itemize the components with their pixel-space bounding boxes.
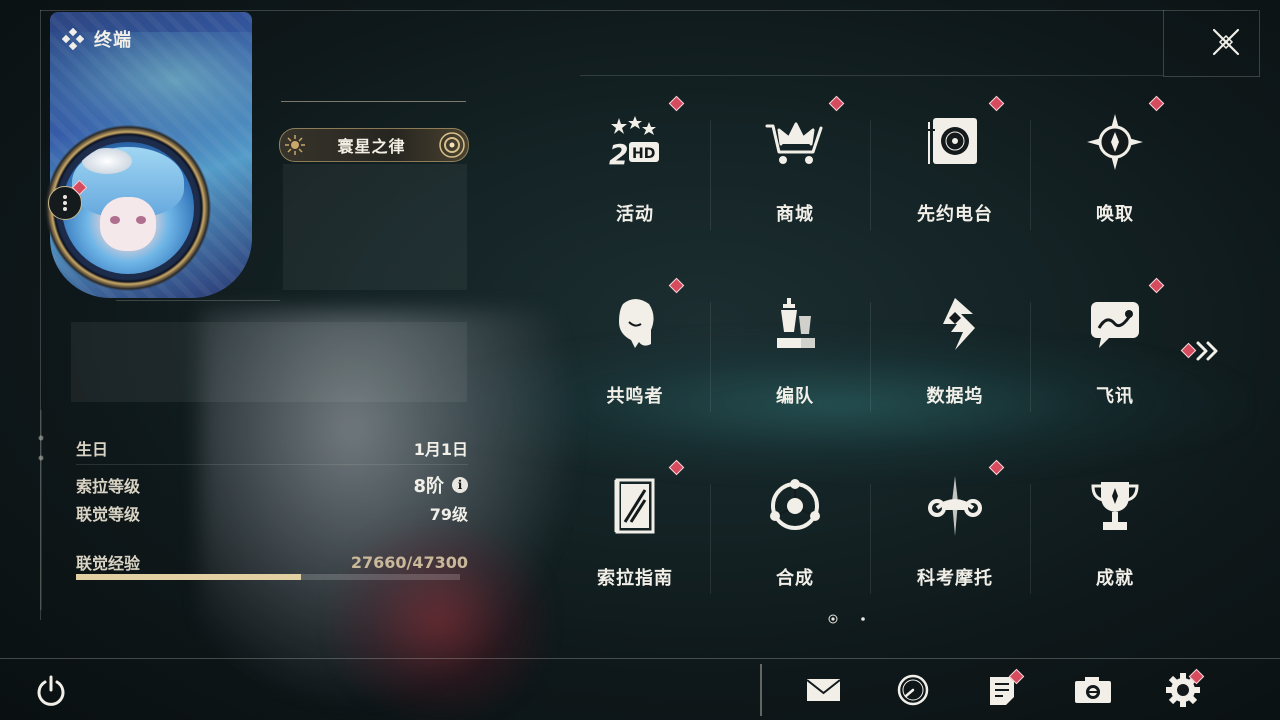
notes-button[interactable] [983,668,1025,708]
stat-value: 1月1日 [413,440,468,459]
page-dot-active[interactable] [828,614,838,624]
guide-book-icon [605,476,665,536]
menu-item-chat-bubble[interactable]: 飞讯 [1035,272,1195,454]
more-dots-icon [63,195,67,211]
menu-item-label: 飞讯 [1096,386,1134,407]
menu-item-data-bank[interactable]: 数据坞 [875,272,1035,454]
page-title: 终端 [94,30,132,51]
svg-text:HD: HD [632,146,655,162]
feature-grid: 2 HD 活动 商城 先约电台 唤取共鸣者 编队 数据坞 飞讯索拉指南 合成 科考摩托 成就 [555,90,1195,600]
resonator-portrait-icon [605,294,665,354]
radio-turntable-icon [925,112,985,172]
team-chess-icon [765,294,825,354]
stat-value-wrap: 8阶 i [413,472,468,498]
notification-badge [988,459,1005,476]
svg-text:2: 2 [609,138,628,171]
stat-value: 8阶 [413,476,444,497]
menu-item-motorcycle[interactable]: 科考摩托 [875,454,1035,636]
card-divider [116,300,280,301]
notification-badge [668,277,685,294]
menu-item-radio-turntable[interactable]: 先约电台 [875,90,1035,272]
camera-button[interactable] [1073,672,1113,708]
menu-item-label: 活动 [616,204,654,225]
stat-value: 79级 [429,505,468,524]
menu-item-team-chess[interactable]: 编队 [715,272,875,454]
notification-badge [828,95,845,112]
camera-icon [1075,677,1111,703]
notification-badge [668,459,685,476]
frame-grid-line [580,75,1163,76]
nameplate-divider [281,101,466,102]
exp-progress-bar [76,574,460,580]
stat-sol-level: 索拉等级 8阶 i [76,472,468,498]
stat-union-level: 联觉等级 79级 [76,501,468,525]
data-bank-icon [925,294,985,354]
avatar-eye-right [136,216,146,224]
player-nickname: 寰星之律 [337,137,406,156]
page-header: 终端 [62,26,132,52]
menu-item-label: 唤取 [1096,204,1134,225]
menu-item-label: 合成 [776,568,814,589]
menu-item-resonator-portrait[interactable]: 共鸣者 [555,272,715,454]
power-icon[interactable] [34,674,68,708]
bottom-separator [760,664,762,716]
stat-label: 索拉等级 [76,477,141,496]
stat-divider [76,464,468,465]
side-decoration [38,410,44,610]
frame-top-line [40,10,1258,11]
avatar-ribbon [82,148,132,174]
menu-item-label: 商城 [776,204,814,225]
avatar-eye-left [110,216,120,224]
page-dot[interactable] [858,614,868,624]
avatar[interactable] [62,142,194,274]
stat-union-exp: 联觉经验 27660/47300 [76,550,468,574]
notification-badge [988,95,1005,112]
trophy-icon [1085,476,1145,536]
info-icon[interactable]: i [452,477,468,493]
menu-item-trophy[interactable]: 成就 [1035,454,1195,636]
shop-crown-cart-icon [765,112,825,172]
exp-label: 联觉经验 [76,554,141,573]
menu-item-label: 索拉指南 [597,568,673,589]
nameplate[interactable]: 寰星之律 [279,128,469,162]
terminal-logo-icon [62,28,84,50]
menu-item-synthesis-orbit[interactable]: 合成 [715,454,875,636]
synthesis-orbit-icon [765,476,825,536]
notification-badge [668,95,685,112]
stat-birthday: 生日 1月1日 [76,436,468,460]
avatar-face [100,197,156,251]
settings-button[interactable] [1163,668,1205,708]
menu-item-label: 先约电台 [917,204,993,225]
clock-record-icon [897,674,929,706]
menu-item-label: 成就 [1096,568,1134,589]
profile-blurred-area [283,164,467,290]
menu-item-label: 共鸣者 [606,386,664,407]
exp-value: 27660/47300 [350,552,468,572]
notification-badge [1148,95,1165,112]
menu-item-shop-crown-cart[interactable]: 商城 [715,90,875,272]
stat-label: 联觉等级 [76,505,141,524]
menu-item-summon-star[interactable]: 唤取 [1035,90,1195,272]
signature-blurred-area [71,322,467,402]
record-button[interactable] [893,672,933,708]
next-page-chevrons-icon[interactable] [1182,338,1222,364]
chat-bubble-icon [1085,294,1145,354]
notification-badge [1148,277,1165,294]
exp-progress-fill [76,574,301,580]
motorcycle-icon [925,476,985,536]
mail-icon [806,679,841,701]
menu-item-label: 编队 [776,386,814,407]
menu-item-label: 数据坞 [926,386,984,407]
mail-button[interactable] [804,672,844,708]
sun-emblem-icon [285,135,305,155]
menu-item-activity-2hd[interactable]: 2 HD 活动 [555,90,715,272]
summon-star-icon [1085,112,1145,172]
menu-item-guide-book[interactable]: 索拉指南 [555,454,715,636]
stat-label: 生日 [76,440,109,459]
menu-item-label: 科考摩托 [917,568,993,589]
bottom-bar-divider [0,658,1280,659]
activity-2hd-icon: 2 HD [605,112,665,172]
nameplate-ring-icon [439,132,465,158]
close-icon[interactable] [1208,24,1244,60]
